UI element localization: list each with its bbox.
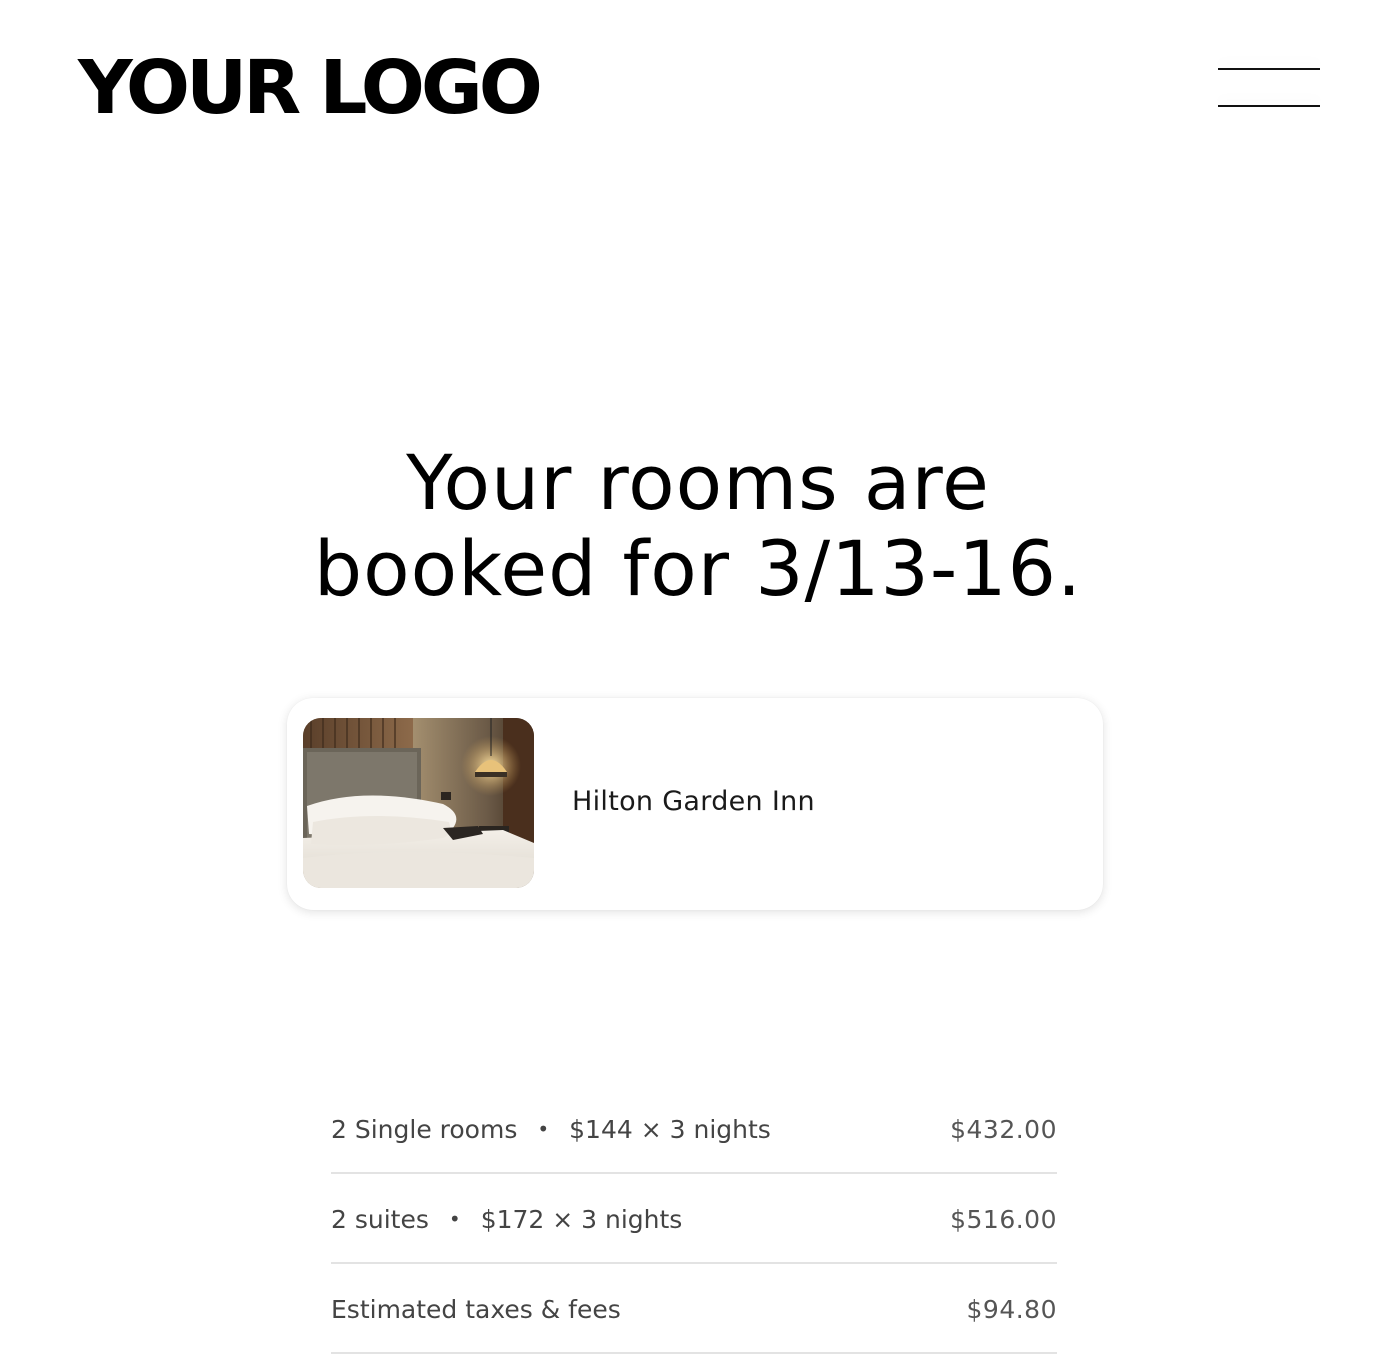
price-row-description: 2 suites • $172 × 3 nights	[331, 1205, 682, 1234]
price-row-description: Estimated taxes & fees	[331, 1295, 621, 1324]
price-breakdown: 2 Single rooms • $144 × 3 nights $432.00…	[331, 1084, 1057, 1354]
taxes-fees-label: Estimated taxes & fees	[331, 1294, 621, 1324]
hamburger-menu-button[interactable]	[1212, 56, 1326, 116]
price-row-single-rooms: 2 Single rooms • $144 × 3 nights $432.00	[331, 1084, 1057, 1174]
hotel-room-photo	[303, 718, 534, 888]
hotel-card[interactable]: Hilton Garden Inn	[287, 698, 1103, 910]
headline-line-2: booked for 3/13-16.	[313, 524, 1083, 613]
confirmation-headline: Your rooms are booked for 3/13-16.	[0, 440, 1396, 612]
headline-line-1: Your rooms are	[406, 438, 990, 527]
room-type-label: 2 suites	[331, 1204, 429, 1234]
menu-line-bottom	[1218, 105, 1320, 107]
nightly-rate: $172 × 3 nights	[480, 1204, 683, 1234]
price-amount: $94.80	[966, 1294, 1057, 1324]
menu-line-top	[1218, 68, 1320, 70]
logo[interactable]: YOUR LOGO	[78, 45, 543, 131]
price-row-description: 2 Single rooms • $144 × 3 nights	[331, 1115, 771, 1144]
nightly-rate: $144 × 3 nights	[569, 1114, 771, 1144]
room-type-label: 2 Single rooms	[331, 1114, 518, 1144]
price-row-taxes-fees: Estimated taxes & fees $94.80	[331, 1264, 1057, 1354]
price-amount: $432.00	[950, 1114, 1057, 1144]
price-amount: $516.00	[950, 1204, 1057, 1234]
bullet-separator: •	[448, 1207, 461, 1231]
price-row-suites: 2 suites • $172 × 3 nights $516.00	[331, 1174, 1057, 1264]
hotel-name: Hilton Garden Inn	[572, 786, 815, 817]
bullet-separator: •	[537, 1117, 550, 1141]
